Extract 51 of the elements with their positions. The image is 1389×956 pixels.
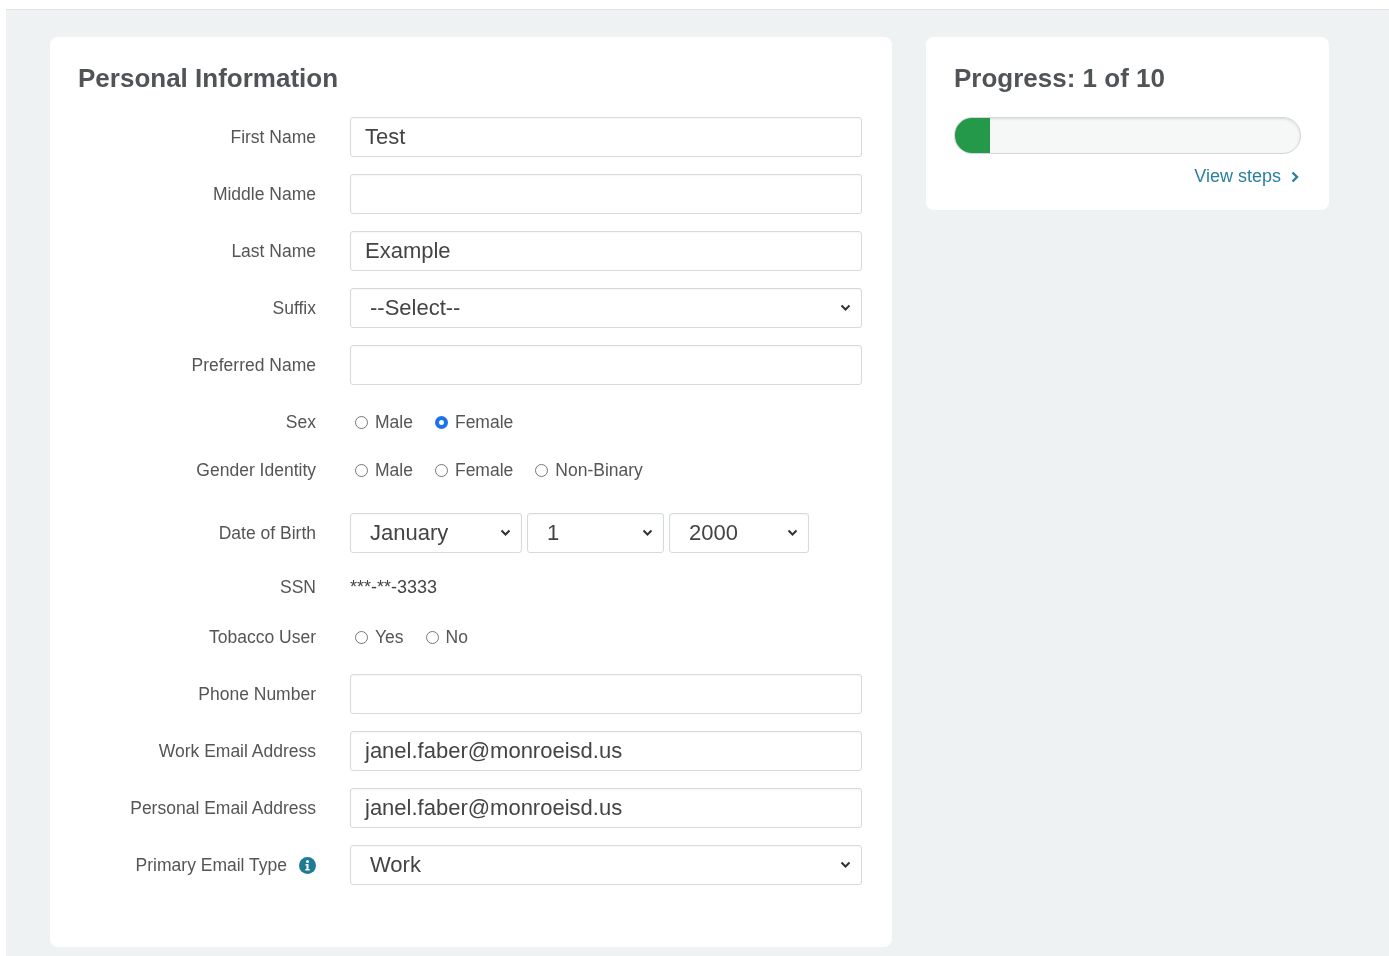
radio-option[interactable]: Female bbox=[434, 459, 514, 481]
radio-option[interactable]: Male bbox=[355, 411, 413, 433]
text-field[interactable]: janel.faber@monroeisd.us bbox=[350, 731, 862, 771]
radio-option[interactable]: Non-Binary bbox=[535, 459, 643, 481]
chevron-down-icon bbox=[642, 529, 653, 537]
radio-option[interactable]: Female bbox=[434, 411, 514, 433]
view-steps-link[interactable]: View steps bbox=[1194, 166, 1299, 187]
chevron-down-icon bbox=[840, 304, 851, 312]
field-label: Last Name bbox=[231, 240, 316, 262]
radio-button[interactable] bbox=[355, 630, 368, 644]
field-label: Suffix bbox=[272, 297, 316, 319]
field-label: Date of Birth bbox=[218, 522, 316, 544]
field-label: Tobacco User bbox=[209, 626, 316, 648]
text-field[interactable]: janel.faber@monroeisd.us bbox=[350, 788, 862, 828]
radio-option[interactable]: Yes bbox=[355, 626, 404, 648]
field-label: First Name bbox=[230, 126, 316, 148]
select-field[interactable]: 2000 bbox=[669, 513, 809, 553]
section-title: Personal Information bbox=[78, 63, 340, 94]
radio-option[interactable]: Male bbox=[355, 459, 413, 481]
text-field[interactable]: Test bbox=[350, 117, 862, 157]
radio-button[interactable] bbox=[355, 463, 368, 477]
text-field[interactable] bbox=[350, 345, 862, 385]
radio-button[interactable] bbox=[535, 463, 549, 477]
field-label: Gender Identity bbox=[196, 459, 316, 481]
chevron-right-icon bbox=[1291, 170, 1299, 183]
field-label: Sex bbox=[285, 411, 316, 433]
select-field[interactable]: --Select-- bbox=[350, 288, 862, 328]
chevron-down-icon bbox=[787, 529, 798, 537]
chevron-down-icon bbox=[840, 861, 851, 869]
field-label: Preferred Name bbox=[191, 354, 316, 376]
text-field[interactable] bbox=[350, 174, 862, 214]
ssn-value: ***-**-3333 bbox=[350, 575, 438, 599]
text-field[interactable] bbox=[350, 674, 862, 714]
radio-button[interactable] bbox=[425, 630, 439, 644]
field-label: Middle Name bbox=[212, 183, 316, 205]
radio-button[interactable] bbox=[355, 415, 368, 429]
info-icon[interactable] bbox=[299, 856, 316, 874]
chevron-down-icon bbox=[500, 529, 511, 537]
progress-title: Progress: 1 of 10 bbox=[954, 63, 1166, 94]
field-label: Primary Email Type bbox=[135, 854, 287, 876]
field-label: Personal Email Address bbox=[130, 797, 316, 819]
radio-option[interactable]: No bbox=[425, 626, 468, 648]
field-label: Phone Number bbox=[198, 683, 316, 705]
field-label: SSN bbox=[280, 576, 316, 598]
select-field[interactable]: January bbox=[350, 513, 522, 553]
select-field[interactable]: 1 bbox=[527, 513, 664, 553]
field-label: Work Email Address bbox=[158, 740, 316, 762]
select-field[interactable]: Work bbox=[350, 845, 862, 885]
text-field[interactable]: Example bbox=[350, 231, 862, 271]
radio-button[interactable] bbox=[434, 463, 448, 477]
radio-button[interactable] bbox=[434, 415, 448, 429]
